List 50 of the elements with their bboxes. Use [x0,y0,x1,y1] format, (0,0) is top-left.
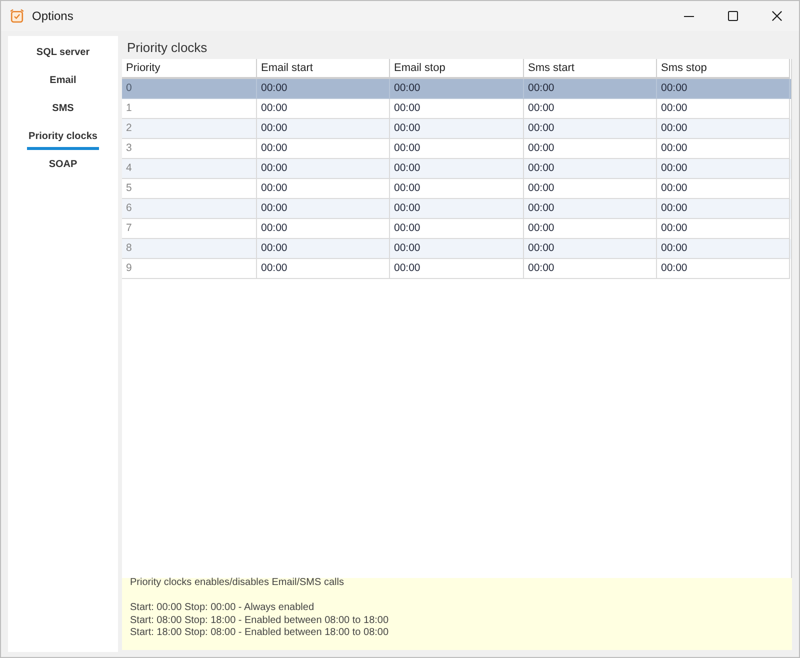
info-text: Start: 18:00 Stop: 08:00 - Enabled between 18:00 to 08:00 [130,627,389,640]
table-cell: 00:00 [524,79,657,99]
table-row[interactable]: 9 00:00 00:00 00:00 00:00 [122,259,791,279]
table-cell: 00:00 [524,239,657,259]
table-cell: 4 [122,159,257,179]
close-icon [772,11,782,21]
table-row[interactable]: 0 00:00 00:00 00:00 00:00 [122,79,791,99]
sidebar-tab[interactable]: SOAP [46,150,80,178]
table-cell: 00:00 [524,199,657,219]
table-cell: 00:00 [524,119,657,139]
table-cell: 00:00 [257,239,390,259]
table-cell: 00:00 [257,259,390,279]
maximize-icon [728,11,738,21]
table-row[interactable]: 2 00:00 00:00 00:00 00:00 [122,119,791,139]
table-row[interactable]: 8 00:00 00:00 00:00 00:00 [122,239,791,259]
table-cell: 00:00 [390,159,524,179]
table-cell: 00:00 [390,79,524,99]
table-cell: 00:00 [524,259,657,279]
table-row[interactable]: 6 00:00 00:00 00:00 00:00 [122,199,791,219]
sidebar-tab[interactable]: Priority clocks [26,122,100,150]
info-text: Start: 08:00 Stop: 18:00 - Enabled between 08:00 to 18:00 [130,614,389,627]
table-cell: 00:00 [257,79,390,99]
window-title: Options [32,9,74,23]
table-cell: 00:00 [657,79,790,99]
table-cell: 00:00 [657,199,790,219]
table-cell: 8 [122,239,257,259]
table-cell: 00:00 [257,159,390,179]
table-cell: 9 [122,259,257,279]
table-cell: 00:00 [390,259,524,279]
table-cell: 00:00 [390,239,524,259]
table-cell: 00:00 [657,119,790,139]
sidebar-tab[interactable]: SMS [50,94,76,122]
table-cell: 00:00 [657,159,790,179]
sidebar-tab[interactable]: SQL server [34,38,92,66]
table-cell: 00:00 [257,119,390,139]
alarm-clock-icon [10,9,24,23]
table-cell: 00:00 [524,159,657,179]
table-cell: 00:00 [257,199,390,219]
table-cell: 00:00 [390,119,524,139]
info-text: Start: 00:00 Stop: 00:00 - Always enabled [130,602,314,614]
table-cell: 6 [122,199,257,219]
section-title: Priority clocks [127,40,208,54]
table-cell: 00:00 [390,199,524,219]
table-cell: 00:00 [657,259,790,279]
table-cell: 2 [122,119,257,139]
sidebar-tab[interactable]: Email [48,66,78,94]
table-cell: 0 [122,79,257,99]
table-cell: 00:00 [657,239,790,259]
info-text: Priority clocks enables/disables Email/SMS calls [130,577,344,590]
table-row[interactable]: 4 00:00 00:00 00:00 00:00 [122,159,791,179]
